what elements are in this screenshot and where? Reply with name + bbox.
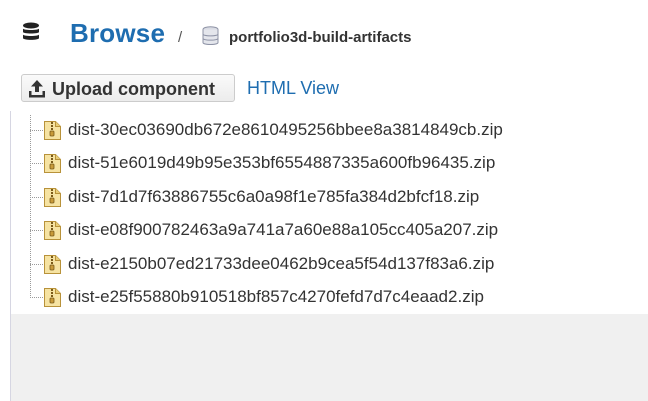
html-view-link[interactable]: HTML View <box>247 78 339 99</box>
upload-component-button[interactable]: Upload component <box>21 74 235 102</box>
file-row[interactable]: dist-e2150b07ed21733dee0462b9cea5f54d137… <box>30 253 630 275</box>
zip-file-icon <box>44 154 61 174</box>
file-name-link[interactable]: dist-51e6019d49b95e353bf6554887335a600fb… <box>68 153 495 173</box>
page-title[interactable]: Browse <box>70 18 165 49</box>
bucket-icon <box>202 26 219 46</box>
browse-page: Browse / portfolio3d-build-artifacts Upl… <box>0 0 648 401</box>
tree-branch-line <box>30 230 43 232</box>
zip-file-icon <box>44 288 61 307</box>
file-name-link[interactable]: dist-e2150b07ed21733dee0462b9cea5f54d137… <box>68 254 494 274</box>
file-row[interactable]: dist-e25f55880b910518bf857c4270fefd7d7c4… <box>30 286 630 308</box>
file-row[interactable]: dist-7d1d7f63886755c6a0a98f1e785fa384d2b… <box>30 186 630 208</box>
file-name-link[interactable]: dist-e08f900782463a9a741a7a60e88a105cc40… <box>68 220 498 240</box>
file-row[interactable]: dist-e08f900782463a9a741a7a60e88a105cc40… <box>30 219 630 241</box>
tree-branch-line <box>30 263 43 265</box>
upload-button-label: Upload component <box>52 79 215 99</box>
empty-panel-area <box>11 314 648 401</box>
file-name-link[interactable]: dist-e25f55880b910518bf857c4270fefd7d7c4… <box>68 287 484 307</box>
breadcrumb-separator: / <box>178 29 183 46</box>
tree-branch-line <box>30 130 43 131</box>
page-header: Browse / portfolio3d-build-artifacts <box>0 0 648 66</box>
tree-branch-line <box>30 196 43 198</box>
tree-branch-line <box>30 163 43 165</box>
upload-icon <box>29 80 45 98</box>
bucket-name-breadcrumb[interactable]: portfolio3d-build-artifacts <box>229 29 412 46</box>
file-row[interactable]: dist-30ec03690db672e8610495256bbee8a3814… <box>30 119 630 141</box>
database-icon <box>23 22 39 40</box>
zip-file-icon <box>44 187 61 207</box>
zip-file-icon <box>44 254 61 274</box>
file-tree-panel <box>11 111 648 314</box>
file-name-link[interactable]: dist-30ec03690db672e8610495256bbee8a3814… <box>68 120 503 140</box>
tree-branch-line <box>30 297 43 298</box>
zip-file-icon <box>44 221 61 241</box>
file-row[interactable]: dist-51e6019d49b95e353bf6554887335a600fb… <box>30 152 630 174</box>
zip-file-icon <box>44 121 61 140</box>
file-name-link[interactable]: dist-7d1d7f63886755c6a0a98f1e785fa384d2b… <box>68 187 479 207</box>
